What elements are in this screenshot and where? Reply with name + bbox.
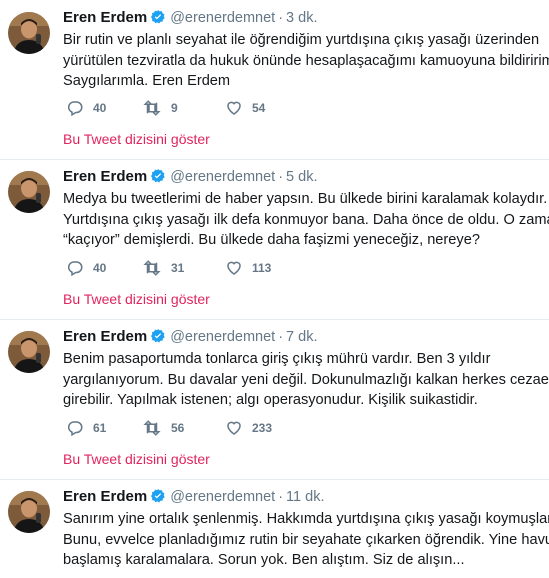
tweet-text-line: Saygılarımla. Eren Erdem (63, 73, 231, 89)
retweet-count: 9 (171, 101, 178, 115)
show-thread-link[interactable]: Bu Tweet dizisini göster (63, 131, 210, 147)
tweet-text-line: Bunu, evvelce planladığımız rutin bir se… (63, 531, 549, 548)
timestamp[interactable]: 11 dk. (286, 489, 324, 505)
reply-icon (67, 421, 83, 437)
tweet-text: Medya bu tweetlerimi de haber yapsın. Bu… (63, 189, 549, 251)
fullname[interactable]: Eren Erdem (63, 168, 147, 185)
timestamp[interactable]: 7 dk. (286, 329, 317, 345)
retweet-count: 31 (171, 261, 185, 275)
like-count: 233 (252, 421, 273, 435)
tweet-actions: 40 9 54 (63, 97, 363, 119)
tweet[interactable]: Eren Erdem @erenerdemnet · 11 dk. Sanırım y… (0, 479, 549, 578)
separator-dot: · (278, 169, 284, 185)
fullname[interactable]: Eren Erdem (63, 328, 147, 345)
heart-icon (227, 261, 241, 275)
tweet-text: Bir rutin ve planlı seyahat ile öğrendiğ… (63, 30, 549, 92)
verified-badge-icon (150, 328, 166, 351)
tweet-text-line: Yurtdışına çıkış yasağı ilk defa konmuyo… (63, 211, 549, 228)
tweet-text-line: yargılanıyorum. Bu davalar yeni değil. D… (63, 371, 549, 388)
tweet-header: Eren Erdem @erenerdemnet · 3 dk. (63, 7, 549, 29)
verified-badge-icon (150, 9, 166, 32)
retweet-count: 56 (171, 421, 185, 435)
avatar[interactable] (8, 491, 50, 533)
reply-button[interactable]: 61 (66, 417, 106, 439)
fullname[interactable]: Eren Erdem (63, 9, 147, 26)
tweet-text-line: başlamış karalamalara. Sorun yok. Ben al… (63, 552, 465, 568)
verified-badge-icon (150, 168, 166, 191)
username[interactable]: @erenerdemnet (170, 489, 275, 505)
retweet-icon (143, 100, 161, 116)
tweet-text-line: girebilir. Yapılmak istenen; algı operas… (63, 392, 478, 408)
username[interactable]: @erenerdemnet (170, 169, 275, 185)
username[interactable]: @erenerdemnet (170, 329, 275, 345)
retweet-icon (143, 420, 161, 436)
show-thread-link[interactable]: Bu Tweet dizisini göster (63, 291, 210, 307)
reply-icon (67, 101, 83, 117)
tweet-text-line: Medya bu tweetlerimi de haber yapsın. Bu… (63, 191, 548, 207)
tweet-timeline: Eren Erdem @erenerdemnet · 3 dk. Bir rutin … (0, 0, 549, 578)
like-button[interactable]: 113 (225, 257, 271, 279)
tweet-text-line: Bir rutin ve planlı seyahat ile öğrendiğ… (63, 32, 540, 48)
reply-icon (67, 261, 83, 277)
heart-icon (227, 101, 241, 115)
reply-button[interactable]: 40 (66, 257, 106, 279)
tweet[interactable]: Eren Erdem @erenerdemnet · 7 dk. Benim pasa… (0, 319, 549, 480)
avatar[interactable] (8, 331, 50, 373)
retweet-button[interactable]: 9 (142, 97, 178, 119)
tweet-header: Eren Erdem @erenerdemnet · 7 dk. (63, 326, 549, 348)
avatar[interactable] (8, 171, 50, 213)
timestamp[interactable]: 5 dk. (286, 169, 317, 185)
like-count: 54 (252, 101, 266, 115)
avatar[interactable] (8, 12, 50, 54)
heart-icon (227, 421, 241, 435)
show-thread-link[interactable]: Bu Tweet dizisini göster (63, 451, 210, 467)
timestamp[interactable]: 3 dk. (286, 10, 317, 26)
like-count: 113 (252, 261, 272, 275)
reply-count: 40 (93, 101, 107, 115)
retweet-icon (143, 260, 161, 276)
fullname[interactable]: Eren Erdem (63, 488, 147, 505)
tweet-text-line: “kaçıyor” demişlerdi. Bu ülkede daha faş… (63, 232, 480, 248)
tweet-text-line: Benim pasaportumda tonlarca giriş çıkış … (63, 351, 491, 367)
verified-badge-icon (150, 488, 166, 511)
tweet-text-line: Sanırım yine ortalık şenlenmiş. Hakkımda… (63, 511, 549, 527)
tweet[interactable]: Eren Erdem @erenerdemnet · 3 dk. Bir rutin … (0, 0, 549, 160)
tweet-text: Sanırım yine ortalık şenlenmiş. Hakkımda… (63, 509, 549, 571)
reply-count: 61 (93, 421, 107, 435)
reply-count: 40 (93, 261, 107, 275)
separator-dot: · (278, 10, 284, 26)
tweet-actions: 40 31 113 (63, 257, 363, 279)
tweet-header: Eren Erdem @erenerdemnet · 11 dk. (63, 486, 549, 508)
tweet-actions: 61 56 233 (63, 417, 363, 439)
separator-dot: · (278, 329, 284, 345)
like-button[interactable]: 54 (225, 97, 265, 119)
tweet-header: Eren Erdem @erenerdemnet · 5 dk. (63, 166, 549, 188)
retweet-button[interactable]: 31 (142, 257, 184, 279)
tweet-text-line: yürütülen tezviratla da hukuk önünde hes… (63, 52, 549, 69)
tweet-text: Benim pasaportumda tonlarca giriş çıkış … (63, 349, 549, 411)
username[interactable]: @erenerdemnet (170, 10, 275, 26)
reply-button[interactable]: 40 (66, 97, 106, 119)
tweet[interactable]: Eren Erdem @erenerdemnet · 5 dk. Medya bu t… (0, 159, 549, 320)
separator-dot: · (278, 489, 284, 505)
like-button[interactable]: 233 (225, 417, 272, 439)
retweet-button[interactable]: 56 (142, 417, 184, 439)
